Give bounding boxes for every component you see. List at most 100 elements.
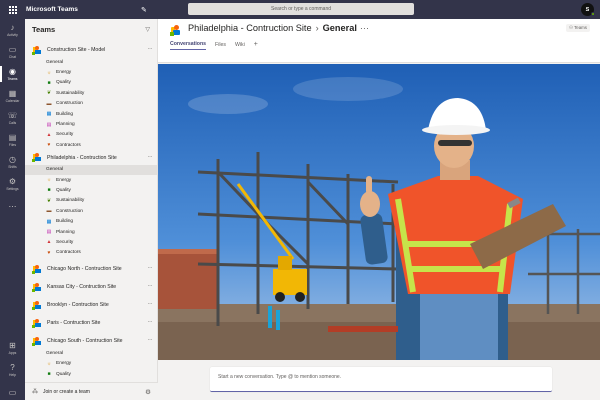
construction-icon: ▬: [46, 100, 52, 107]
rail-item-help[interactable]: ? Help: [0, 359, 25, 381]
teams-badge[interactable]: ⚇ Teams: [565, 24, 590, 32]
gear-icon: ⚙: [8, 177, 17, 186]
chevron-right-icon: ›: [315, 23, 319, 33]
join-team-icon: ⁂: [32, 389, 38, 395]
channel-item[interactable]: ☼ Energy: [25, 175, 158, 185]
channel-item[interactable]: ▤ Planning: [25, 119, 158, 129]
more-icon: ⋯: [8, 201, 17, 211]
breadcrumb-team[interactable]: Philadelphia - Contruction Site: [188, 23, 312, 33]
join-team-label: Join or create a team: [43, 388, 90, 395]
team-item[interactable]: Paris - Contruction Site ···: [25, 316, 158, 330]
channel-item[interactable]: ■ Quality: [25, 185, 158, 195]
new-chat-icon[interactable]: ✎: [141, 6, 151, 14]
channel-item[interactable]: General: [25, 348, 158, 358]
rail-item-teams[interactable]: ◉ Teams: [0, 63, 25, 85]
waffle-icon: [9, 5, 17, 14]
team-item[interactable]: Brooklyn - Contruction Site ···: [25, 298, 158, 312]
rail-label: Calendar: [5, 99, 20, 103]
team-logo-icon: [32, 264, 41, 274]
channel-item[interactable]: ▦ Building: [25, 109, 158, 119]
channel-label: Sustainability: [56, 198, 85, 204]
team-item[interactable]: Chicago North - Contruction Site ···: [25, 262, 158, 276]
rail-item-calls[interactable]: ☏ Calls: [0, 107, 25, 129]
rail-label: Files: [8, 143, 17, 147]
tab-conversations[interactable]: Conversations: [170, 41, 207, 50]
security-icon: ▲: [46, 239, 52, 246]
team-logo-icon: [32, 45, 41, 55]
gear-icon[interactable]: ⚙: [145, 388, 151, 396]
channel-item[interactable]: ■ Quality: [25, 78, 158, 88]
channel-item[interactable]: ▬ Construction: [25, 206, 158, 216]
app-rail: ♪ Activity ▭ Chat ◉ Teams ▦ Calendar ☏ C…: [0, 19, 25, 400]
rail-item-settings[interactable]: ⚙ Settings: [0, 173, 25, 195]
join-team-button[interactable]: ⁂ Join or create a team: [32, 388, 90, 396]
channel-label: Contractors: [56, 250, 81, 256]
more-options-icon[interactable]: ···: [148, 301, 153, 307]
channel-label: Energy: [56, 70, 72, 76]
breadcrumb-channel: General: [322, 23, 357, 33]
rail-item-calendar[interactable]: ▦ Calendar: [0, 85, 25, 107]
app-launcher-button[interactable]: [0, 0, 26, 19]
compose-box[interactable]: Start a new conversation. Type @ to ment…: [210, 367, 552, 392]
channel-item[interactable]: ❦ Sustainability: [25, 88, 158, 98]
more-options-icon[interactable]: ···: [148, 154, 153, 160]
team-logo-icon: [32, 153, 41, 163]
channel-item[interactable]: ♥ Contractors: [25, 248, 158, 258]
filter-icon[interactable]: ▽: [145, 26, 150, 33]
team-name: Chicago South - Contruction Site: [47, 338, 123, 345]
team-list: Construction Site - Model ··· General ☼ Ener…: [25, 43, 158, 379]
channel-item[interactable]: ☼ Energy: [25, 67, 158, 77]
team-item[interactable]: Chicago South - Contruction Site ···: [25, 334, 158, 348]
more-options-icon[interactable]: ···: [148, 337, 153, 343]
tab-files[interactable]: Files: [215, 42, 226, 50]
rail-item-files[interactable]: ▤ Files: [0, 129, 25, 151]
channel-item[interactable]: ▦ Building: [25, 216, 158, 226]
channel-item[interactable]: ▲ Security: [25, 237, 158, 247]
rail-item-feedback[interactable]: ▭: [0, 381, 25, 400]
channel-label: Building: [56, 111, 74, 117]
channel-tabs: Conversations Files Wiki +: [170, 41, 258, 50]
more-options-icon[interactable]: ···: [148, 283, 153, 289]
phone-icon: ☏: [7, 111, 18, 120]
team-item[interactable]: Construction Site - Model ···: [25, 43, 158, 57]
quality-icon: ■: [47, 371, 51, 377]
channel-item[interactable]: ■ Quality: [25, 369, 158, 379]
rail-item-chat[interactable]: ▭ Chat: [0, 41, 25, 63]
channel-item[interactable]: General: [25, 57, 158, 67]
channel-label: Quality: [56, 371, 71, 377]
channel-item[interactable]: General: [25, 164, 158, 175]
more-options-icon[interactable]: ···: [148, 265, 153, 271]
breadcrumb: Philadelphia - Contruction Site › Genera…: [188, 23, 369, 33]
chat-icon: ▭: [8, 45, 17, 54]
tab-wiki[interactable]: Wiki: [235, 42, 245, 50]
channel-item[interactable]: ▤ Planning: [25, 227, 158, 237]
leaf-icon: ❦: [46, 197, 52, 204]
channel-label: Security: [56, 132, 74, 138]
team-logo-icon: [170, 25, 181, 36]
team-item[interactable]: Philadelphia - Contruction Site ···: [25, 151, 158, 165]
bell-icon: ♪: [10, 23, 15, 32]
channel-item[interactable]: ❦ Sustainability: [25, 196, 158, 206]
team-name: Brooklyn - Contruction Site: [47, 302, 109, 309]
search-input[interactable]: Search or type a command: [188, 3, 414, 15]
channel-item[interactable]: ▬ Construction: [25, 99, 158, 109]
rail-item-apps[interactable]: ⊞ Apps: [0, 337, 25, 359]
contractors-icon: ♥: [47, 249, 51, 256]
channel-label: General: [46, 350, 64, 356]
rail-item-more[interactable]: ⋯: [0, 195, 25, 217]
team-item[interactable]: Kansas City - Contruction Site ···: [25, 280, 158, 294]
channel-label: Construction: [56, 208, 83, 214]
more-options-icon[interactable]: ···: [148, 319, 153, 325]
channel-item[interactable]: ♥ Contractors: [25, 140, 158, 150]
add-tab-icon[interactable]: +: [254, 41, 258, 48]
rail-item-activity[interactable]: ♪ Activity: [0, 19, 25, 41]
channel-item[interactable]: ☼ Energy: [25, 358, 158, 368]
rail-item-shifts[interactable]: ◷ Shifts: [0, 151, 25, 173]
rail-label: Help: [9, 373, 16, 377]
more-options-icon[interactable]: ···: [148, 46, 153, 52]
rail-label: Activity: [7, 33, 18, 37]
channel-item[interactable]: ▲ Security: [25, 130, 158, 140]
channel-label: Energy: [56, 177, 72, 183]
clock-icon: ◷: [9, 155, 16, 164]
more-icon[interactable]: ···: [360, 23, 369, 33]
